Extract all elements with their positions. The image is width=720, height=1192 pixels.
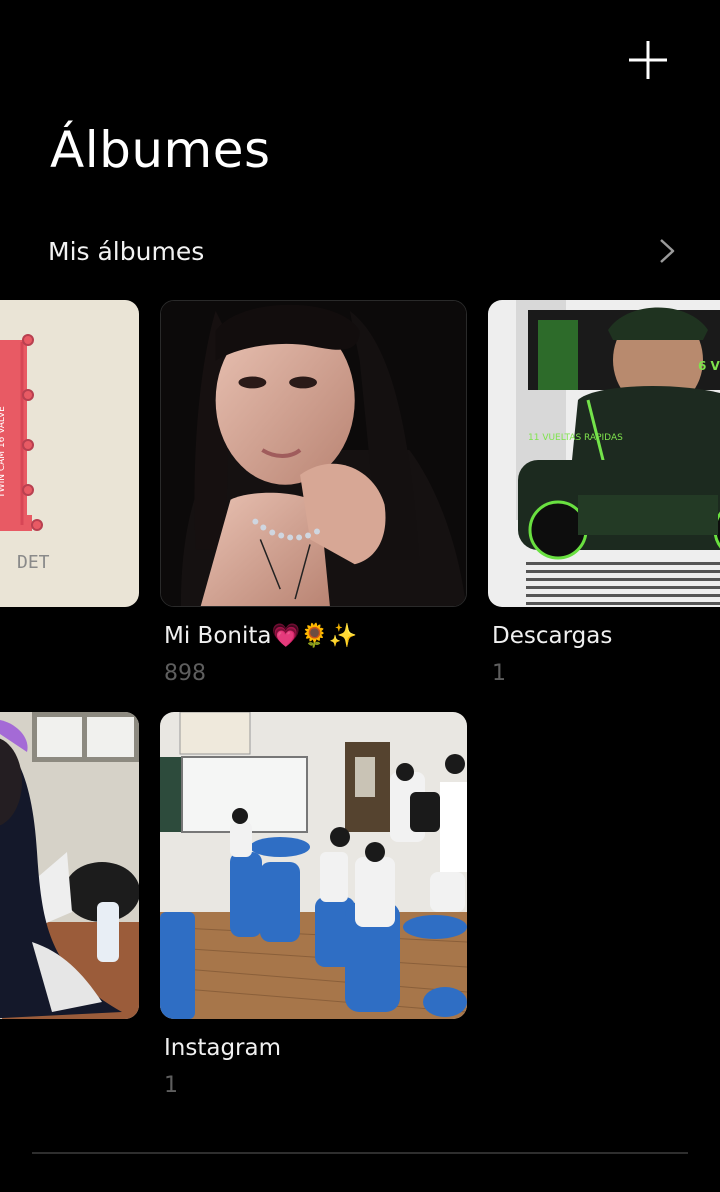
albums-screen: Álbumes Mis álbumes TWIN CAM 16 VALVE DE…	[0, 0, 720, 1192]
page-title: Álbumes	[50, 121, 271, 179]
album-name: Instagram	[164, 1035, 282, 1061]
album-thumbnail	[160, 300, 467, 607]
album-count: 1	[164, 1073, 178, 1098]
album-count: 898	[164, 661, 206, 686]
album-count: 1	[492, 661, 506, 686]
section-label: Mis álbumes	[48, 237, 205, 266]
my-albums-section-header[interactable]: Mis álbumes	[0, 226, 720, 278]
album-name: Mi Bonita💗🌻✨	[164, 623, 358, 649]
album-thumbnail	[160, 712, 467, 1019]
svg-text:DET: DET	[17, 552, 50, 573]
portrait-photo-image	[161, 301, 466, 606]
classroom-photo-image	[160, 712, 467, 1019]
album-thumbnail: 11 VUELTAS RAPIDAS 6 VIC	[488, 300, 720, 607]
add-album-button[interactable]	[622, 34, 674, 86]
svg-text:6 VIC: 6 VIC	[698, 359, 720, 373]
album-name: Descargas	[492, 623, 613, 649]
racing-poster-image: 11 VUELTAS RAPIDAS 6 VIC	[488, 300, 720, 607]
svg-text:11 VUELTAS RAPIDAS: 11 VUELTAS RAPIDAS	[528, 433, 623, 443]
album-thumbnail	[0, 712, 139, 1019]
chevron-right-icon	[660, 239, 675, 263]
room-photo-image	[0, 712, 139, 1019]
plus-icon	[629, 41, 667, 79]
engine-illustration-image: TWIN CAM 16 VALVE DET	[0, 300, 139, 607]
svg-text:TWIN CAM 16 VALVE: TWIN CAM 16 VALVE	[0, 406, 7, 499]
bottom-divider	[32, 1152, 688, 1154]
album-thumbnail: TWIN CAM 16 VALVE DET	[0, 300, 139, 607]
